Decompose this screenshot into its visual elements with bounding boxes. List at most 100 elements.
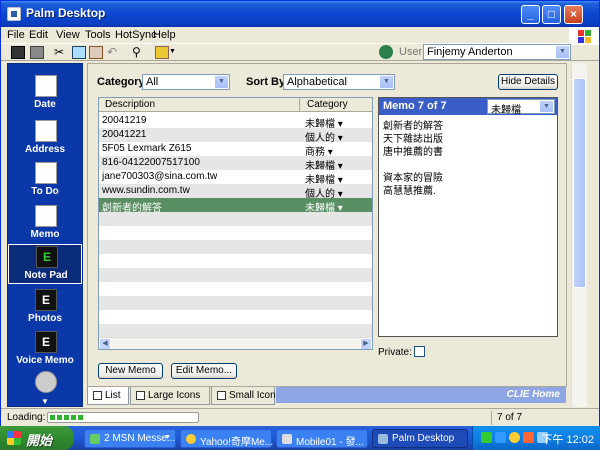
list-row[interactable]: 20041219 未歸檔 ▾	[99, 114, 372, 130]
tab-label: List	[105, 390, 121, 401]
print-icon[interactable]	[30, 46, 44, 59]
empty-row	[99, 240, 372, 254]
list-row[interactable]: 創新者的解答 未歸檔 ▾	[99, 198, 372, 214]
edit-memo-button[interactable]: Edit Memo...	[171, 363, 237, 379]
e-app-icon: E	[36, 246, 58, 268]
brand-bar: CLIE Home	[276, 387, 566, 403]
list-row[interactable]: 816-04122007517100 未歸檔 ▾	[99, 156, 372, 172]
menu-edit[interactable]: Edit	[29, 29, 48, 41]
user-label: User:	[399, 46, 426, 58]
memo-category-value: 未歸檔	[491, 105, 521, 116]
nav-item-more[interactable]	[8, 370, 82, 394]
taskbar: 開始 2 MSN Messe... ▼ Yahoo!奇摩Me... Mobile…	[0, 426, 600, 450]
task-label: Mobile01 - 發...	[296, 437, 364, 448]
private-label: Private:	[378, 347, 412, 358]
task-palm-desktop[interactable]: Palm Desktop	[372, 429, 468, 448]
nav-item-voice-memo[interactable]: E Voice Memo	[8, 330, 82, 370]
palm-desktop-window: Palm Desktop _ □ × File Edit View Tools …	[0, 0, 600, 426]
task-label: Palm Desktop	[392, 433, 455, 444]
tab-label: Large Icons	[148, 390, 201, 401]
scroll-down-icon[interactable]: ▼	[41, 397, 49, 406]
progress-fill	[50, 415, 83, 420]
list-header: Description Category	[99, 98, 372, 112]
row-description: 20041221	[102, 129, 147, 140]
undo-icon[interactable]: ↶	[107, 46, 121, 59]
save-icon[interactable]	[11, 46, 25, 59]
memo-line: 創新者的解答	[383, 121, 443, 132]
memo-list: Description Category 20041219 未歸檔 ▾ 200412…	[98, 97, 373, 350]
loading-progress-bar	[47, 412, 199, 423]
scrollbar-thumb[interactable]	[573, 78, 586, 288]
list-row[interactable]: 5F05 Lexmark Z615 商務 ▾	[99, 142, 372, 158]
address-card-icon	[35, 120, 57, 142]
task-yahoo-messenger[interactable]: Yahoo!奇摩Me...	[180, 429, 273, 448]
status-text: Loading:	[7, 412, 46, 423]
user-icon	[379, 45, 393, 59]
tab-large-icons[interactable]: Large Icons	[130, 387, 210, 405]
menu-tools[interactable]: Tools	[85, 29, 111, 41]
private-checkbox[interactable]	[414, 346, 425, 357]
category-select[interactable]: All ▼	[142, 74, 230, 90]
tab-list[interactable]: List	[87, 387, 129, 405]
memo-category-select[interactable]: 未歸檔 ▼	[487, 99, 555, 116]
checklist-icon	[35, 162, 57, 184]
chevron-down-icon[interactable]: ▼	[214, 75, 229, 89]
copy-icon[interactable]	[72, 46, 86, 59]
e-app-icon: E	[35, 331, 57, 353]
menu-help[interactable]: Help	[153, 29, 176, 41]
menu-file[interactable]: File	[7, 29, 25, 41]
vertical-scrollbar[interactable]	[571, 63, 587, 407]
globe-icon	[35, 371, 57, 393]
list-row[interactable]: 20041221 個人的 ▾	[99, 128, 372, 144]
task-mobile01[interactable]: Mobile01 - 發...	[276, 429, 368, 448]
list-view-icon	[93, 391, 102, 400]
nav-item-label: Photos	[28, 313, 62, 324]
chevron-down-icon[interactable]: ▼	[379, 75, 394, 89]
close-button[interactable]: ×	[564, 5, 583, 24]
nav-item-notepad[interactable]: E Note Pad	[8, 244, 82, 284]
paste-icon[interactable]	[89, 46, 103, 59]
hide-details-button[interactable]: Hide Details	[498, 74, 558, 90]
title-bar[interactable]: Palm Desktop _ □ ×	[1, 1, 599, 27]
row-description: jane700303@sina.com.tw	[102, 171, 218, 182]
window-title: Palm Desktop	[26, 6, 106, 20]
nav-item-date[interactable]: Date	[8, 74, 82, 114]
hotsync-icon[interactable]	[155, 46, 169, 59]
chevron-down-icon[interactable]: ▼	[555, 45, 570, 59]
antivirus-icon[interactable]	[523, 432, 534, 443]
maximize-button[interactable]: □	[542, 5, 561, 24]
column-description[interactable]: Description	[105, 99, 155, 110]
nav-item-address[interactable]: Address	[8, 119, 82, 159]
network-icon[interactable]	[481, 432, 492, 443]
horizontal-scrollbar[interactable]: ◀ ▶	[99, 337, 372, 349]
row-description: www.sundin.com.tw	[102, 185, 190, 196]
hotsync-dropdown-icon[interactable]: ▼	[169, 46, 177, 59]
nav-item-todo[interactable]: To Do	[8, 161, 82, 201]
list-row[interactable]: www.sundin.com.tw 個人的 ▾	[99, 184, 372, 200]
menu-bar: File Edit View Tools HotSync Help	[1, 27, 599, 43]
empty-row	[99, 226, 372, 240]
start-button[interactable]: 開始	[0, 426, 74, 450]
find-icon[interactable]: ⚲	[132, 46, 146, 59]
memo-text[interactable]: 創新者的解答 天下雜誌出版 唐中推薦的書 資本家的冒險 高慧慧推薦.	[383, 120, 553, 198]
nav-item-memo[interactable]: Memo	[8, 204, 82, 244]
menu-hotsync[interactable]: HotSync	[115, 29, 157, 41]
tab-label: Small Icons	[229, 390, 281, 401]
scroll-right-icon[interactable]: ▶	[360, 338, 372, 349]
user-select[interactable]: Finjemy Anderton ▼	[423, 44, 571, 60]
cut-icon[interactable]: ✂	[54, 46, 68, 59]
minimize-button[interactable]: _	[521, 5, 540, 24]
column-category[interactable]: Category	[307, 99, 348, 110]
bluetooth-icon[interactable]	[495, 432, 506, 443]
tab-small-icons[interactable]: Small Icons	[211, 387, 281, 405]
nav-item-photos[interactable]: E Photos	[8, 288, 82, 328]
sort-by-select[interactable]: Alphabetical ▼	[283, 74, 395, 90]
scroll-left-icon[interactable]: ◀	[99, 338, 111, 349]
new-memo-button[interactable]: New Memo	[98, 363, 163, 379]
menu-view[interactable]: View	[56, 29, 80, 41]
list-row[interactable]: jane700303@sina.com.tw 未歸檔 ▾	[99, 170, 372, 186]
chevron-down-icon[interactable]: ▼	[539, 100, 554, 113]
messenger-icon[interactable]	[509, 432, 520, 443]
memo-detail-header: Memo 7 of 7 未歸檔 ▼	[379, 98, 557, 116]
task-msn-messenger[interactable]: 2 MSN Messe... ▼	[84, 429, 176, 448]
